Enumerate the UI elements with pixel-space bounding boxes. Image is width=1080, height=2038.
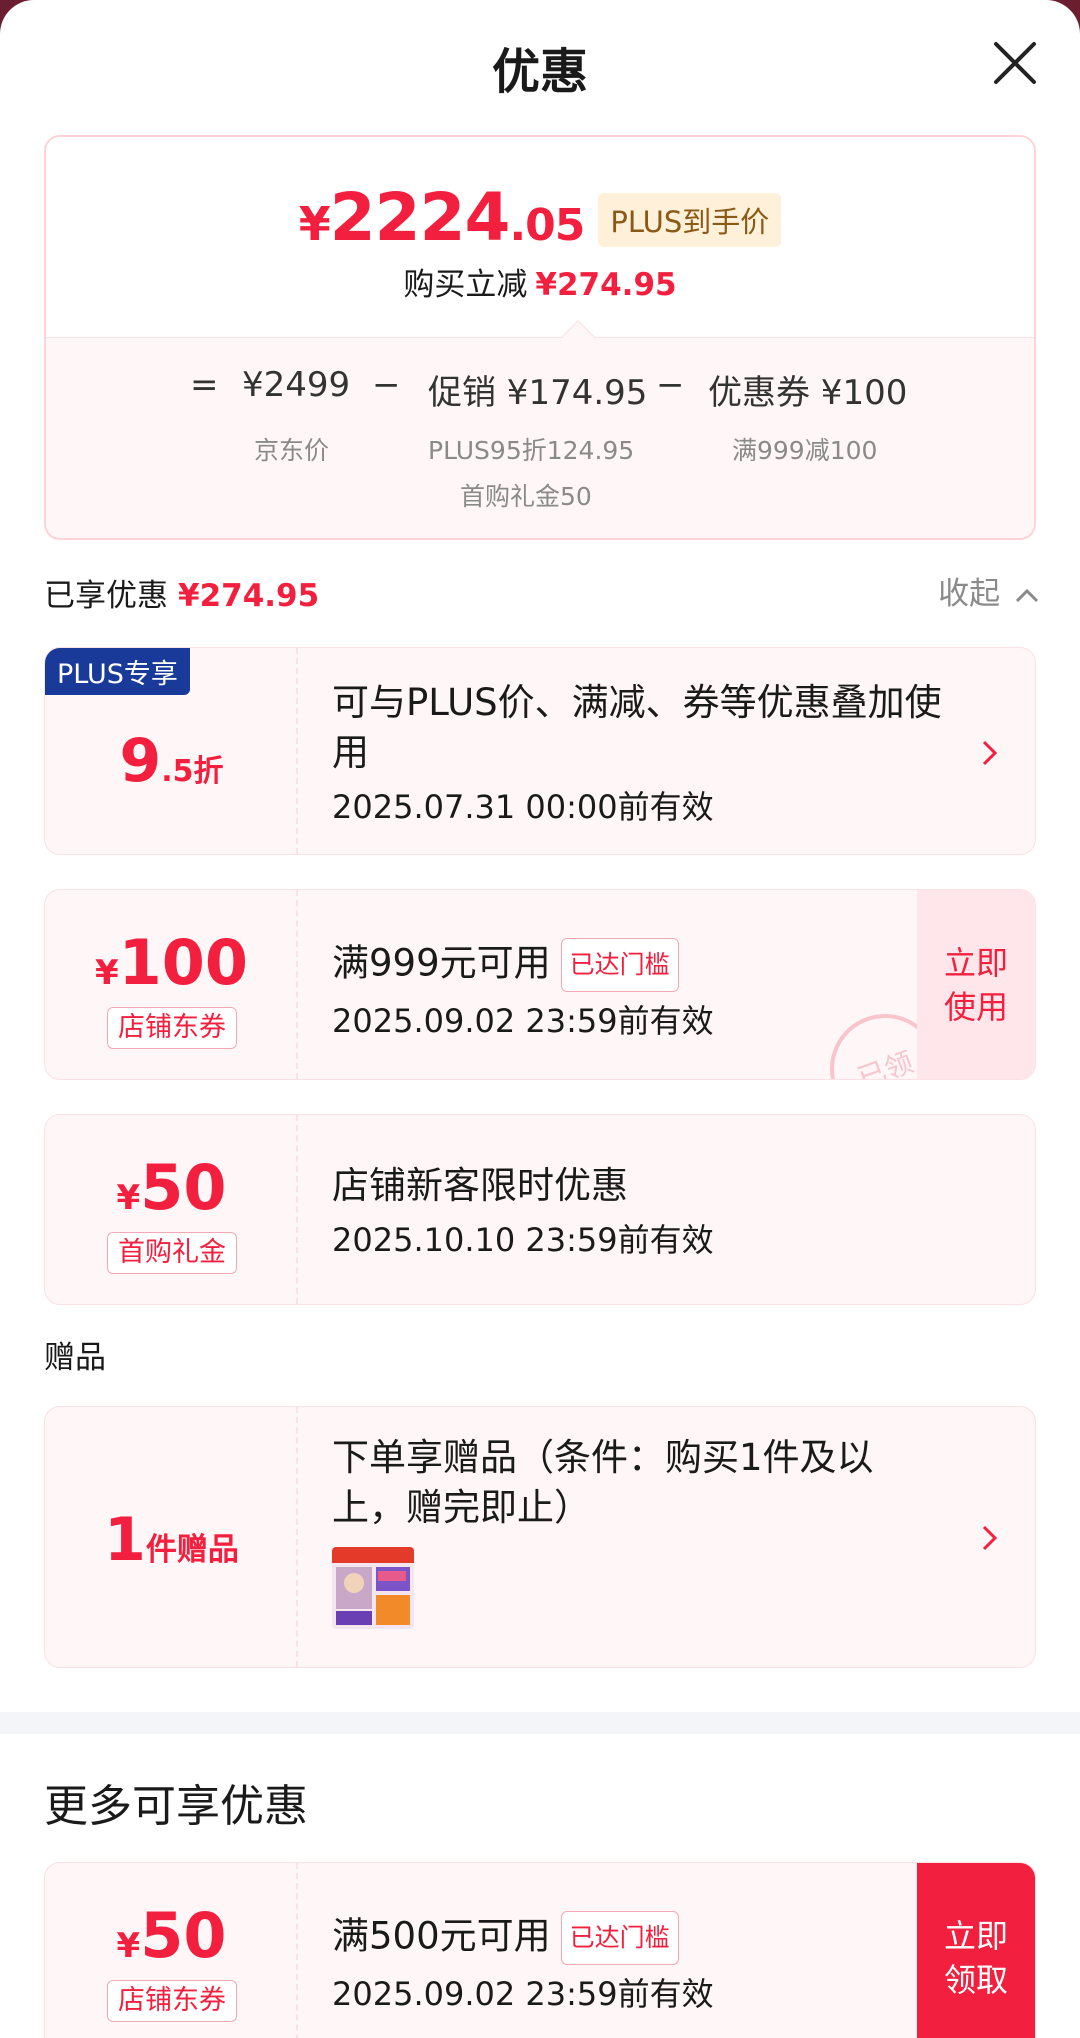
- gift-card[interactable]: 1件赠品 下单享赠品（条件：购买1件及以上，赠完即止）: [44, 1406, 1036, 1668]
- card-title: 可与PLUS价、满减、券等优惠叠加使用: [332, 681, 942, 774]
- close-icon[interactable]: [990, 38, 1040, 88]
- use-now-button[interactable]: 立即使用: [917, 890, 1035, 1079]
- card-date: 2025.07.31 00:00前有效: [332, 788, 714, 826]
- plus-exclusive-badge: PLUS专享: [45, 648, 190, 695]
- coupon-card-50: ¥50 店铺东券 满500元可用 已达门槛 2025.09.02 23:59前有效…: [44, 1862, 1036, 2038]
- card-title: 店铺新客限时优惠: [332, 1164, 628, 1207]
- page-title: 优惠: [491, 44, 588, 100]
- discount-sheet: 优惠 ¥2224.05 PLUS到手价 购买立减 ¥274.95 = ¥2499 …: [0, 0, 1080, 2038]
- plus-discount-card[interactable]: PLUS专享 9.5折 可与PLUS价、满减、券等优惠叠加使用 2025.07.…: [44, 647, 1036, 855]
- gift-section-label: 赠品: [44, 1340, 106, 1376]
- threshold-tag: 已达门槛: [560, 938, 679, 992]
- coupon-amount: ¥100: [94, 926, 249, 999]
- more-discounts-title: 更多可享优惠: [44, 1781, 308, 1832]
- card-title: 满500元可用: [332, 1914, 551, 1958]
- card-title: 满999元可用: [332, 941, 551, 985]
- claim-now-button[interactable]: 立即领取: [917, 1863, 1035, 2038]
- first-order-gift-card: ¥50 首购礼金 店铺新客限时优惠 2025.10.10 23:59前有效: [44, 1114, 1036, 1305]
- section-divider: [0, 1712, 1080, 1734]
- gift-type-tag: 首购礼金: [107, 1232, 237, 1274]
- price-summary: ¥2224.05 PLUS到手价 购买立减 ¥274.95 = ¥2499 − 促…: [44, 135, 1036, 540]
- sheet-header: 优惠: [0, 0, 1080, 130]
- chevron-up-icon: [1015, 588, 1039, 603]
- discount-value: 9.5折: [119, 726, 224, 796]
- jd-price-label: 京东价: [254, 436, 330, 465]
- gift-title: 下单享赠品（条件：购买1件及以上，赠完即止）: [332, 1436, 874, 1529]
- coupon-card-100: ¥100 店铺东券 满999元可用 已达门槛 2025.09.02 23:59前有…: [44, 889, 1036, 1080]
- card-date: 2025.10.10 23:59前有效: [332, 1221, 714, 1259]
- jd-price: ¥2499: [242, 365, 351, 405]
- coupon-amount: ¥50: [116, 1899, 227, 1972]
- gift-amount: ¥50: [116, 1151, 227, 1224]
- gift-product-image[interactable]: [332, 1547, 414, 1629]
- final-price: ¥2224.05 PLUS到手价: [46, 179, 1034, 256]
- coupon-type-tag: 店铺东券: [107, 1007, 237, 1049]
- gift-count: 1件赠品: [104, 1505, 239, 1575]
- promo-amount: 促销 ¥174.95: [428, 373, 648, 413]
- chevron-right-icon: [979, 736, 1001, 770]
- threshold-tag: 已达门槛: [560, 1911, 679, 1965]
- plus-price-tag: PLUS到手价: [598, 193, 782, 247]
- promo-detail-2: 首购礼金50: [460, 482, 592, 511]
- card-date: 2025.09.02 23:59前有效: [332, 1975, 714, 2013]
- chevron-right-icon: [979, 1521, 1001, 1555]
- coupon-detail: 满999减100: [732, 436, 878, 465]
- reduce-row: 购买立减 ¥274.95: [403, 267, 677, 303]
- card-date: 2025.09.02 23:59前有效: [332, 1002, 714, 1040]
- promo-detail: PLUS95折124.95: [428, 436, 635, 465]
- coupon-type-tag: 店铺东券: [107, 1980, 237, 2022]
- collapse-button[interactable]: 收起: [938, 568, 1040, 613]
- enjoyed-discount: 已享优惠 ¥274.95: [44, 578, 320, 614]
- price-formula: = ¥2499 − 促销 ¥174.95 − 优惠券 ¥100: [190, 365, 908, 413]
- coupon-amount: 优惠券 ¥100: [708, 373, 908, 413]
